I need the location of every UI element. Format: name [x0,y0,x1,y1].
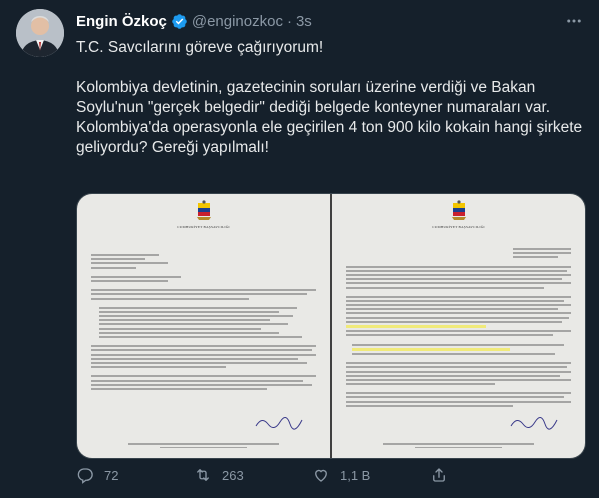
document-page-1[interactable]: CUMHURİYET BAŞSAVCILIĞI [77,194,330,458]
share-icon [433,468,445,482]
like-icon [315,469,327,482]
author-handle[interactable]: @enginozkoc [192,13,283,30]
author-name[interactable]: Engin Özkoç [76,13,167,30]
document-body [346,248,571,409]
document-page-2[interactable]: CUMHURİYET BAŞSAVCILIĞI [332,194,585,458]
signature-graphic [255,417,303,430]
retweet-button[interactable]: 263 [194,466,312,484]
reply-button[interactable]: 72 [76,466,194,484]
tweet-media[interactable]: CUMHURİYET BAŞSAVCILIĞI CUMHURİYET BAŞSA… [76,193,586,459]
reply-icon [77,468,93,484]
tweet-header: Engin Özkoç @enginozkoc · 3s [76,11,312,31]
tweet-paragraph: Kolombiya devletinin, gazetecinin sorula… [76,79,583,156]
more-options-button[interactable] [561,8,587,34]
page-caption: CUMHURİYET BAŞSAVCILIĞI [177,225,230,229]
like-count: 1,1 B [340,467,371,483]
reply-count: 72 [104,467,119,483]
tweet-text: T.C. Savcılarını göreve çağırıyorum! Kol… [76,38,586,158]
document-body [91,254,316,392]
page-caption: CUMHURİYET BAŞSAVCILIĞI [432,225,485,229]
colombia-emblem-icon [196,200,211,220]
retweet-count: 263 [222,467,244,483]
author-avatar[interactable] [16,9,64,57]
verified-badge-icon [172,13,187,29]
share-button[interactable] [430,466,548,484]
page-footer [350,443,567,448]
retweet-icon [197,469,209,481]
tweet-paragraph: T.C. Savcılarını göreve çağırıyorum! [76,39,324,56]
separator-dot: · [286,12,292,30]
more-icon [567,19,581,23]
like-button[interactable]: 1,1 B [312,466,430,484]
tweet-actions: 72 263 1,1 B [76,464,586,486]
tweet-timestamp[interactable]: 3s [296,13,312,30]
page-footer [95,443,312,448]
colombia-emblem-icon [451,200,466,220]
signature-graphic [510,417,558,430]
